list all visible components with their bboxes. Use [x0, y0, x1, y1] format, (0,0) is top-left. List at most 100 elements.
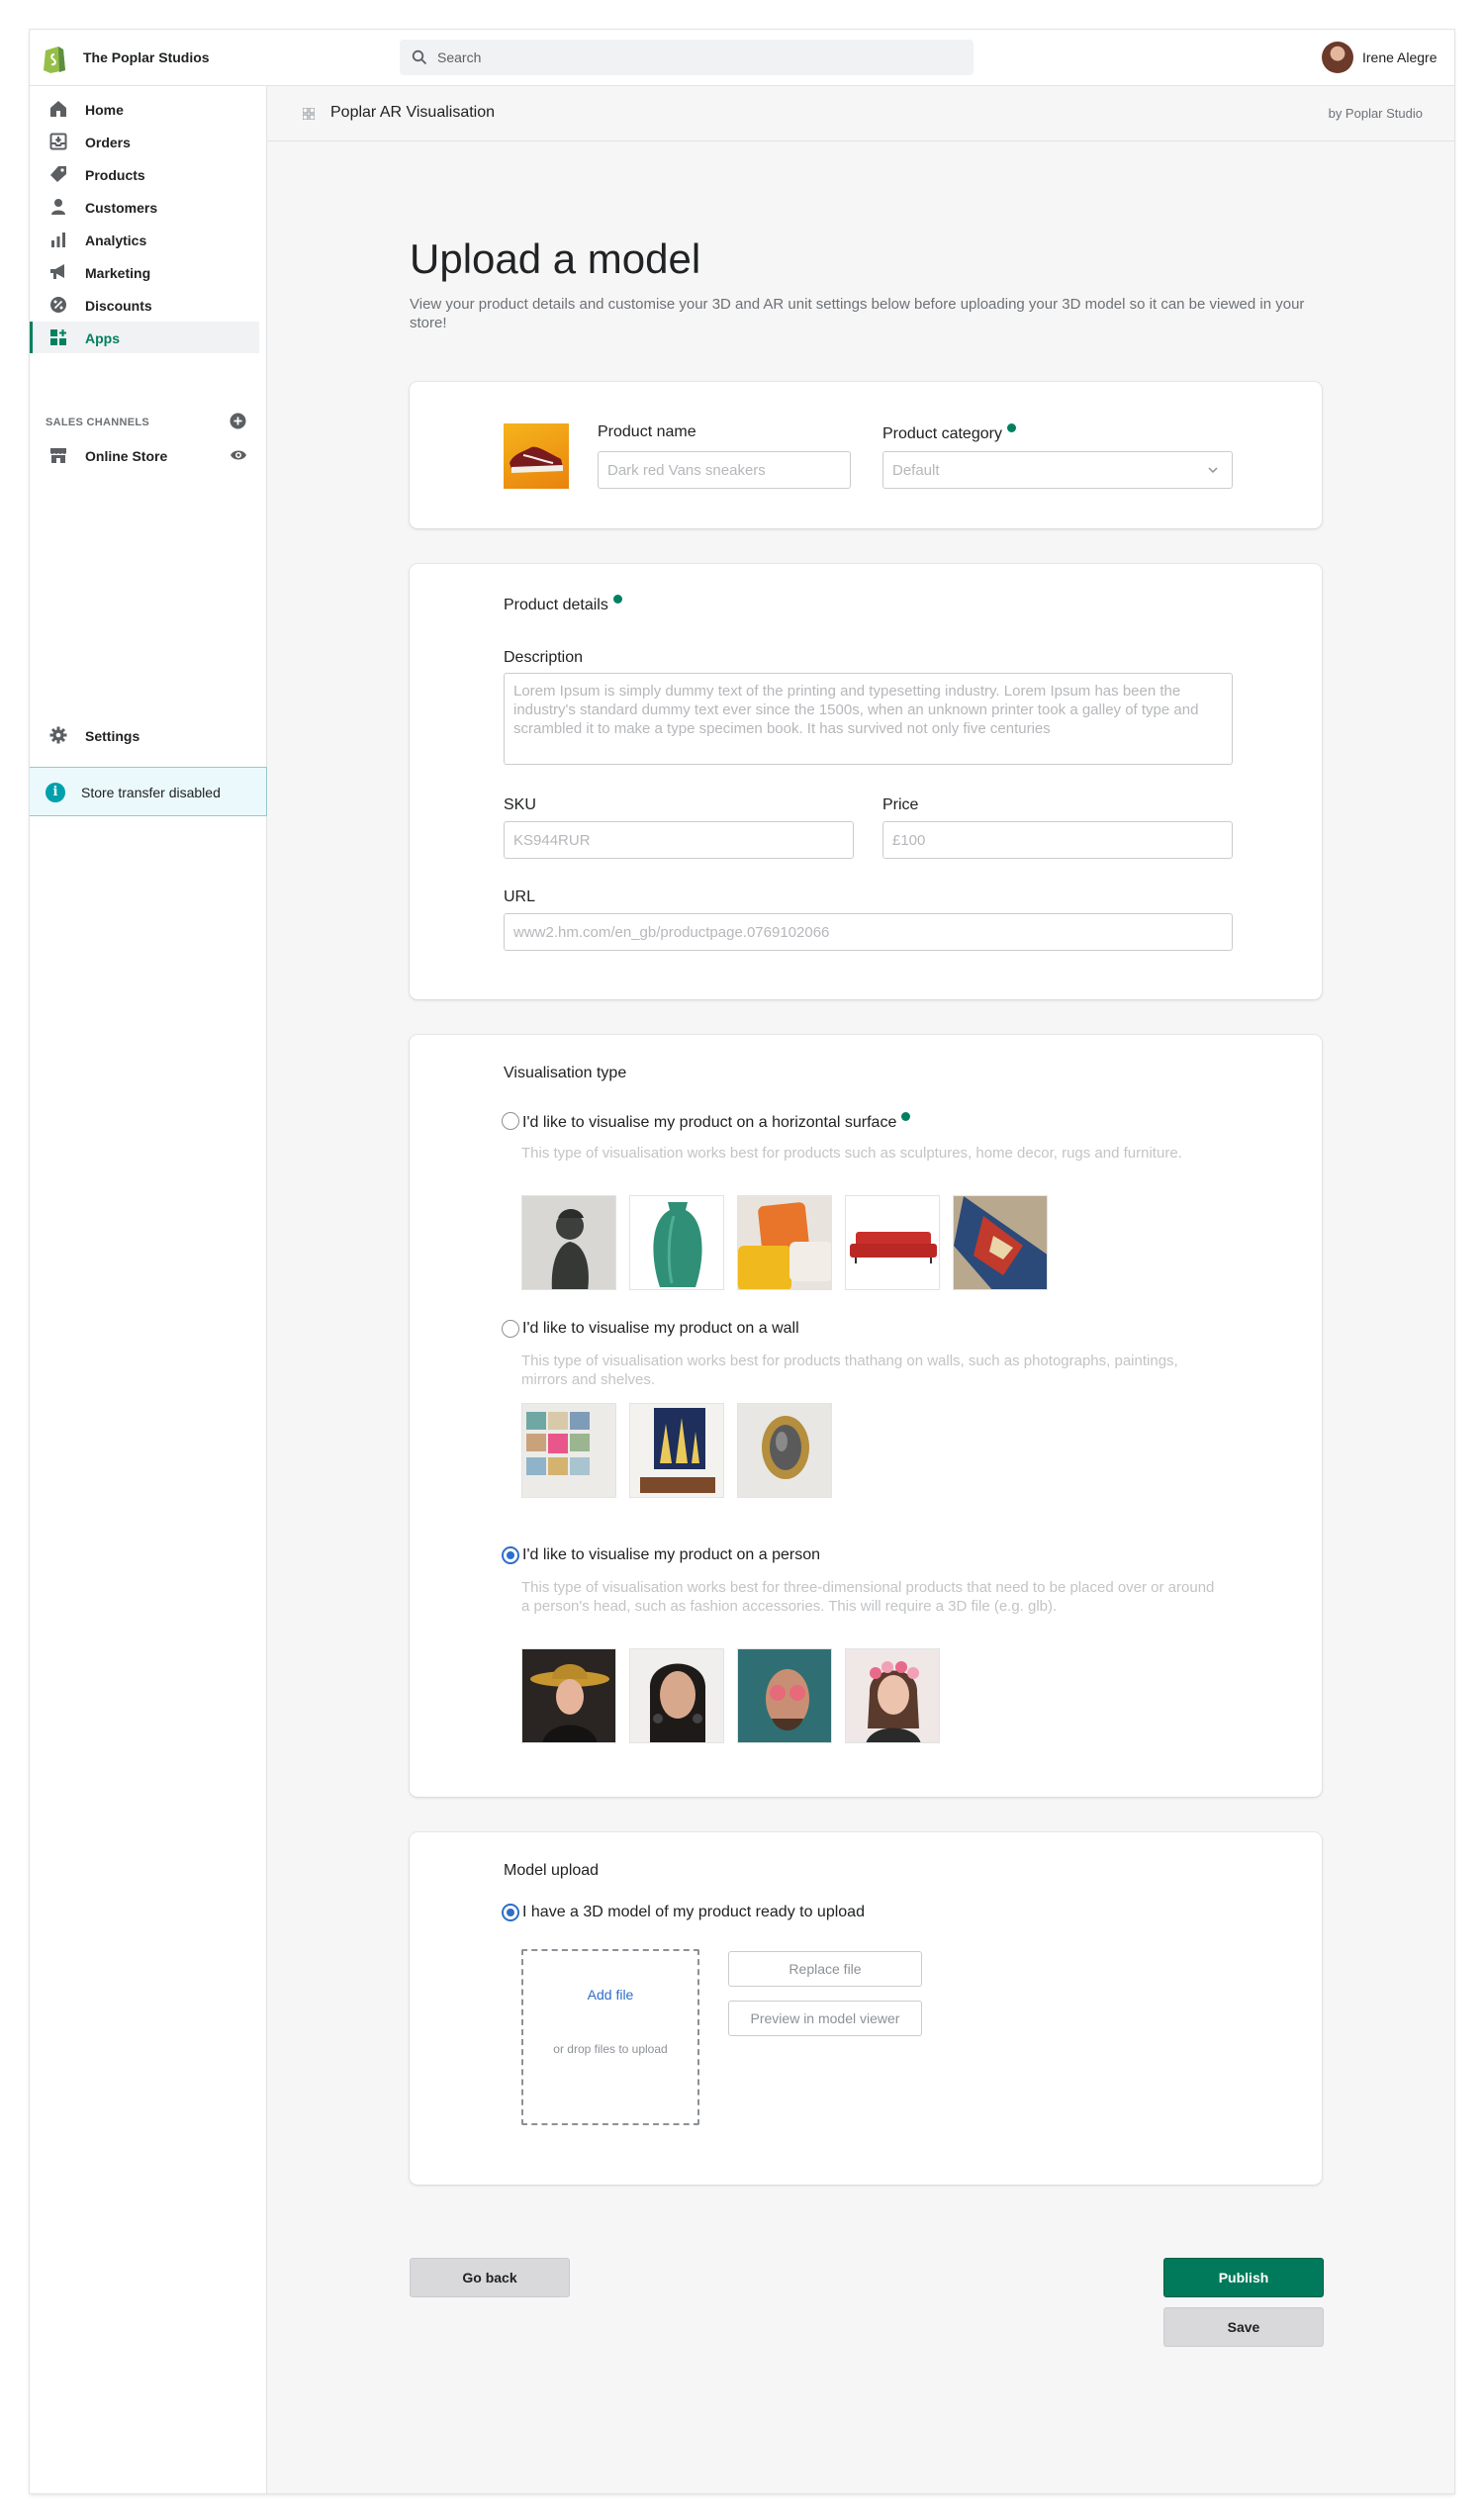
radio-horizontal-surface[interactable]: [502, 1112, 519, 1130]
sidebar-item-online-store[interactable]: Online Store: [30, 439, 259, 471]
sidebar-item-products[interactable]: Products: [30, 158, 259, 190]
search-placeholder: Search: [437, 49, 482, 65]
apps-icon: [50, 329, 66, 345]
cushions-thumbnail[interactable]: [737, 1195, 832, 1290]
vase-image: [653, 1202, 702, 1287]
radio-wall[interactable]: [502, 1320, 519, 1338]
search-input[interactable]: Search: [400, 40, 974, 75]
sidebar-item-label: Settings: [85, 728, 140, 744]
add-file-link[interactable]: Add file: [523, 1987, 697, 2003]
help-dot-icon[interactable]: [901, 1112, 911, 1121]
sidebar-item-discounts[interactable]: Discounts: [30, 289, 259, 321]
url-label: URL: [504, 888, 536, 905]
info-icon: i: [46, 783, 65, 802]
top-bar: The Poplar Studios Search Irene Alegre: [30, 30, 1454, 86]
discount-icon: [50, 297, 66, 313]
sidebar-item-label: Customers: [85, 200, 158, 216]
user-name[interactable]: Irene Alegre: [1362, 49, 1438, 65]
product-name-input[interactable]: Dark red Vans sneakers: [598, 451, 851, 489]
add-circle-icon[interactable]: [230, 413, 246, 429]
model-ready-label[interactable]: I have a 3D model of my product ready to…: [522, 1904, 865, 1921]
save-button[interactable]: Save: [1163, 2307, 1324, 2347]
photo-wall-image: [526, 1412, 590, 1475]
store-icon: [50, 448, 66, 463]
url-input[interactable]: www2.hm.com/en_gb/productpage.0769102066: [504, 913, 1233, 951]
cushions-image: [738, 1202, 831, 1289]
sneaker-image: [510, 446, 563, 473]
gear-icon: [49, 726, 67, 744]
sidebar-item-label: Orders: [85, 135, 131, 150]
sidebar: Home Orders Products Customers Analytics…: [30, 86, 267, 2493]
sidebar-item-settings[interactable]: Settings: [30, 719, 259, 751]
sidebar-item-label: Products: [85, 167, 145, 183]
wall-hint: This type of visualisation works best fo…: [521, 1353, 1178, 1388]
sku-input[interactable]: KS944RUR: [504, 821, 854, 859]
product-card: Product name Dark red Vans sneakers Prod…: [410, 382, 1322, 528]
sidebar-item-marketing[interactable]: Marketing: [30, 256, 259, 288]
sidebar-item-label: Marketing: [85, 265, 151, 281]
earrings-person-thumbnail[interactable]: [629, 1648, 724, 1743]
photo-wall-thumbnail[interactable]: [521, 1403, 616, 1498]
flower-crown-person-image: [866, 1661, 921, 1742]
product-category-value: Default: [892, 462, 940, 479]
home-icon: [50, 101, 66, 117]
person-label[interactable]: I'd like to visualise my product on a pe…: [522, 1546, 820, 1564]
product-details-card: Product details Description Lorem Ipsum …: [410, 564, 1322, 999]
avatar[interactable]: [1322, 42, 1353, 73]
publish-button[interactable]: Publish: [1163, 2258, 1324, 2297]
eye-icon[interactable]: [230, 448, 247, 462]
sofa-thumbnail[interactable]: [845, 1195, 940, 1290]
model-upload-title: Model upload: [504, 1862, 600, 1879]
product-name-label: Product name: [598, 423, 696, 440]
hat-person-thumbnail[interactable]: [521, 1648, 616, 1743]
person-icon: [51, 199, 65, 215]
replace-file-button[interactable]: Replace file: [728, 1951, 922, 1987]
hat-person-image: [530, 1664, 609, 1742]
help-dot-icon[interactable]: [1006, 423, 1016, 432]
horizontal-surface-label[interactable]: I'd like to visualise my product on a ho…: [522, 1112, 911, 1132]
flower-crown-person-thumbnail[interactable]: [845, 1648, 940, 1743]
sidebar-item-apps[interactable]: Apps: [30, 322, 259, 353]
preview-model-button[interactable]: Preview in model viewer: [728, 2001, 922, 2036]
price-label: Price: [882, 796, 919, 813]
app-header: Poplar AR Visualisation by Poplar Studio: [267, 86, 1454, 141]
person-hint: This type of visualisation works best fo…: [521, 1579, 1215, 1615]
sculpture-thumbnail[interactable]: [521, 1195, 616, 1290]
go-back-button[interactable]: Go back: [410, 2258, 570, 2297]
app-developer: by Poplar Studio: [1328, 106, 1423, 121]
file-dropzone[interactable]: Add file or drop files to upload: [521, 1949, 699, 2125]
store-transfer-text: Store transfer disabled: [81, 785, 221, 800]
sidebar-item-label: Analytics: [85, 233, 147, 248]
sofa-image: [850, 1232, 937, 1263]
sidebar-item-home[interactable]: Home: [30, 93, 259, 125]
sunglasses-person-thumbnail[interactable]: [737, 1648, 832, 1743]
page-title: Upload a model: [410, 235, 701, 282]
sales-channels-heading: SALES CHANNELS: [46, 417, 150, 428]
description-textarea[interactable]: Lorem Ipsum is simply dummy text of the …: [504, 673, 1233, 765]
vase-thumbnail[interactable]: [629, 1195, 724, 1290]
horizontal-surface-hint: This type of visualisation works best fo…: [521, 1145, 1182, 1162]
sidebar-item-orders[interactable]: Orders: [30, 126, 259, 157]
radio-model-ready[interactable]: [502, 1904, 519, 1921]
sidebar-item-customers[interactable]: Customers: [30, 191, 259, 223]
app-grid-icon: [303, 108, 315, 120]
search-icon: [412, 49, 427, 65]
product-details-title-text: Product details: [504, 597, 608, 613]
radio-person[interactable]: [502, 1546, 519, 1564]
mirror-thumbnail[interactable]: [737, 1403, 832, 1498]
rug-thumbnail[interactable]: [953, 1195, 1048, 1290]
store-transfer-banner: i Store transfer disabled: [30, 767, 267, 816]
sidebar-item-label: Home: [85, 102, 124, 118]
wall-label[interactable]: I'd like to visualise my product on a wa…: [522, 1320, 799, 1338]
shopify-logo-icon[interactable]: [42, 44, 67, 73]
store-name[interactable]: The Poplar Studios: [83, 49, 210, 65]
price-input[interactable]: £100: [882, 821, 1233, 859]
bar-chart-icon: [51, 233, 65, 247]
painting-thumbnail[interactable]: [629, 1403, 724, 1498]
help-dot-icon[interactable]: [612, 595, 622, 604]
megaphone-icon: [50, 264, 64, 279]
chevron-down-icon: [1208, 467, 1218, 474]
sidebar-item-analytics[interactable]: Analytics: [30, 224, 259, 255]
product-category-select[interactable]: Default: [882, 451, 1233, 489]
drop-files-hint: or drop files to upload: [553, 2042, 668, 2056]
